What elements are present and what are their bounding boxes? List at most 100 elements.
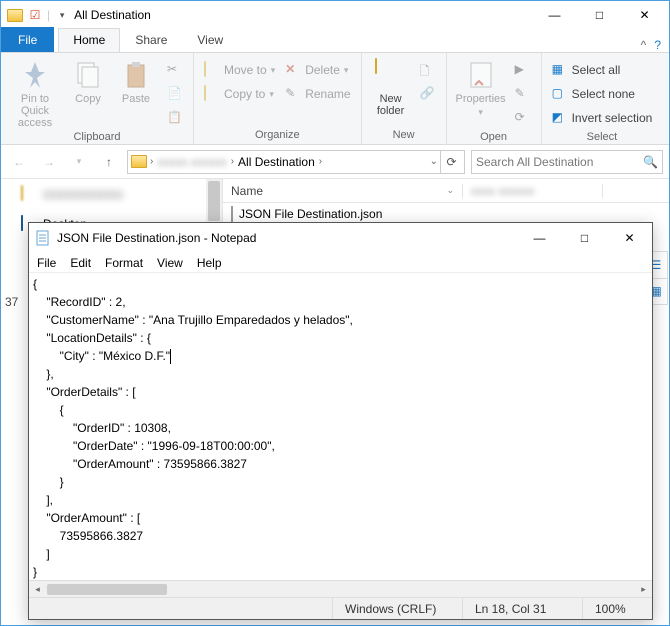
properties-button[interactable]: Properties ▾ [453, 57, 509, 118]
notepad-menubar: File Edit Format View Help [29, 253, 652, 273]
menu-file[interactable]: File [37, 256, 56, 270]
column-header-blurred[interactable]: xxxx xxxxxx [463, 184, 603, 198]
minimize-button[interactable]: — [517, 223, 562, 253]
qat-overflow-icon[interactable]: ▾ [54, 7, 70, 23]
notepad-statusbar: Windows (CRLF) Ln 18, Col 31 100% [29, 597, 652, 619]
nav-forward-button[interactable]: → [37, 150, 61, 174]
ribbon-group-select: ▦Select all ▢Select none ◩Invert selecti… [542, 53, 663, 144]
minimize-button[interactable]: — [532, 1, 577, 29]
select-none-button[interactable]: ▢Select none [548, 83, 657, 105]
text-content: { "RecordID" : 2, "CustomerName" : "Ana … [33, 277, 353, 363]
chevron-down-icon[interactable]: ⌄ [446, 185, 454, 196]
cut-button[interactable]: ✂ [163, 59, 187, 81]
copy-to-button[interactable]: Copy to▾ [200, 83, 279, 105]
tab-share[interactable]: Share [120, 28, 182, 52]
file-list-header[interactable]: Name ⌄ xxxx xxxxxx [223, 179, 669, 203]
select-all-button[interactable]: ▦Select all [548, 59, 657, 81]
invert-icon: ◩ [552, 110, 568, 126]
nav-back-button[interactable]: ← [7, 150, 31, 174]
ribbon: Pin to Quick access Copy Paste ✂ 📄 📋 Cli… [1, 53, 669, 145]
help-icon[interactable]: ? [654, 38, 661, 52]
properties-icon [465, 59, 497, 91]
breadcrumb[interactable]: › xxxxx xxxxxx › All Destination › ⌄ ⟳ [127, 150, 465, 174]
folder-icon [7, 7, 23, 23]
scroll-left-icon[interactable]: ◂ [29, 581, 46, 598]
new-item-icon: 🗋 [420, 62, 436, 78]
text-caret [170, 349, 171, 364]
rename-icon: ✎ [285, 86, 301, 102]
notepad-icon [35, 230, 51, 246]
address-bar: ← → ▾ ↑ › xxxxx xxxxxx › All Destination… [1, 145, 669, 179]
tab-home[interactable]: Home [58, 28, 120, 52]
easy-access-button[interactable]: 🔗 [416, 83, 440, 105]
chevron-right-icon[interactable]: › [319, 156, 322, 167]
qat-separator: | [47, 8, 50, 22]
maximize-button[interactable]: □ [577, 1, 622, 29]
group-label: Organize [200, 127, 355, 144]
new-folder-icon [375, 59, 407, 91]
file-name: JSON File Destination.json [239, 207, 382, 221]
scroll-right-icon[interactable]: ▸ [635, 581, 652, 598]
history-icon: ⟳ [515, 110, 531, 126]
invert-selection-button[interactable]: ◩Invert selection [548, 107, 657, 129]
status-item-count: 37 [5, 295, 18, 309]
breadcrumb-seg[interactable]: All Destination [236, 155, 317, 169]
notepad-titlebar[interactable]: JSON File Destination.json - Notepad — □… [29, 223, 652, 253]
edit-icon: ✎ [515, 86, 531, 102]
copy-icon [72, 59, 104, 91]
copy-path-button[interactable]: 📄 [163, 83, 187, 105]
horizontal-scrollbar[interactable]: ◂ ▸ [29, 580, 652, 597]
open-button[interactable]: ▶ [511, 59, 535, 81]
chevron-right-icon[interactable]: › [150, 156, 153, 167]
shortcut-icon: 📋 [167, 110, 183, 126]
copy-button[interactable]: Copy [65, 57, 111, 105]
notepad-textarea[interactable]: { "RecordID" : 2, "CustomerName" : "Ana … [29, 273, 652, 580]
history-button[interactable]: ⟳ [511, 107, 535, 129]
paste-icon [120, 59, 152, 91]
close-button[interactable]: ✕ [622, 1, 667, 29]
new-folder-button[interactable]: New folder [368, 57, 414, 117]
menu-edit[interactable]: Edit [70, 256, 91, 270]
paste-shortcut-button[interactable]: 📋 [163, 107, 187, 129]
chevron-down-icon[interactable]: ⌄ [430, 156, 438, 167]
explorer-titlebar[interactable]: ☑ | ▾ All Destination — □ ✕ [1, 1, 669, 29]
select-none-icon: ▢ [552, 86, 568, 102]
column-header-name[interactable]: Name [231, 184, 263, 198]
folder-icon [130, 155, 148, 168]
maximize-button[interactable]: □ [562, 223, 607, 253]
rename-button[interactable]: ✎Rename [281, 83, 354, 105]
window-title: All Destination [70, 8, 532, 22]
menu-view[interactable]: View [157, 256, 183, 270]
close-button[interactable]: ✕ [607, 223, 652, 253]
nav-recent-button[interactable]: ▾ [67, 150, 91, 174]
move-to-button[interactable]: Move to▾ [200, 59, 279, 81]
ribbon-group-new: New folder 🗋 🔗 New [362, 53, 447, 144]
copy-path-icon: 📄 [167, 86, 183, 102]
ribbon-group-clipboard: Pin to Quick access Copy Paste ✂ 📄 📋 Cli… [1, 53, 194, 144]
refresh-icon[interactable]: ⟳ [440, 151, 462, 173]
tab-file[interactable]: File [1, 27, 54, 52]
json-file-icon [231, 207, 233, 221]
qat-checkbox-icon[interactable]: ☑ [27, 7, 43, 23]
nav-up-button[interactable]: ↑ [97, 150, 121, 174]
pin-quick-access-button[interactable]: Pin to Quick access [7, 57, 63, 129]
group-label: Clipboard [7, 129, 187, 146]
ribbon-collapse-icon[interactable]: ^ [641, 38, 647, 52]
menu-help[interactable]: Help [197, 256, 222, 270]
chevron-right-icon[interactable]: › [231, 156, 234, 167]
paste-button[interactable]: Paste [113, 57, 159, 105]
edit-button[interactable]: ✎ [511, 83, 535, 105]
select-all-icon: ▦ [552, 62, 568, 78]
delete-button[interactable]: ✕Delete▾ [281, 59, 354, 81]
status-cursor: Ln 18, Col 31 [462, 598, 582, 619]
pin-icon [19, 59, 51, 91]
text-content: }, "OrderDetails" : [ { "OrderID" : 1030… [33, 367, 275, 579]
breadcrumb-seg-blurred[interactable]: xxxxx xxxxxx [155, 155, 228, 169]
tree-item-blurred[interactable]: xxxxxxxxxxxx [1, 183, 222, 205]
search-input[interactable]: Search All Destination 🔍 [471, 150, 663, 174]
new-item-button[interactable]: 🗋 [416, 59, 440, 81]
folder-icon [21, 186, 37, 202]
menu-format[interactable]: Format [105, 256, 143, 270]
tab-view[interactable]: View [182, 28, 238, 52]
group-label: Open [453, 129, 535, 146]
